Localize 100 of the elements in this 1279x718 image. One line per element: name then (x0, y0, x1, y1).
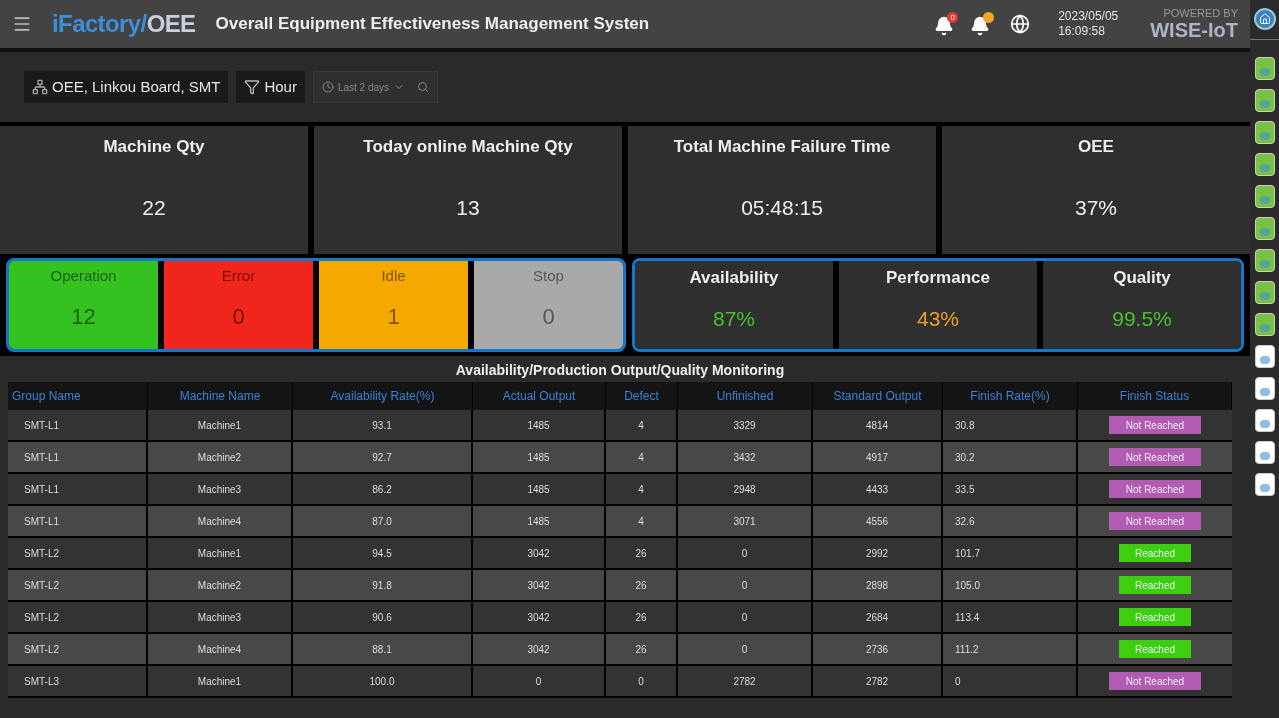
vendor-logo: WISE-IoT (1150, 19, 1238, 41)
table-cell: 4433 (813, 474, 943, 504)
app-shortcut-icon[interactable] (1254, 121, 1275, 144)
time-text: 16:09:58 (1058, 24, 1106, 39)
app-shortcut-icon[interactable] (1254, 185, 1275, 208)
table-cell: 91.8 (293, 570, 473, 600)
app-logo: iFactory/OEE (52, 9, 196, 39)
table-cell: 94.5 (293, 538, 473, 568)
kpi-value: 13 (456, 194, 480, 221)
table-cell: Machine3 (148, 474, 293, 504)
status-badge: Not Reached (1109, 512, 1201, 530)
table-cell: 4 (606, 442, 678, 472)
app-shortcut-icon[interactable] (1254, 409, 1275, 432)
table-cell: Machine1 (148, 538, 293, 568)
time-range-field[interactable]: Last 2 days (312, 71, 439, 103)
table-cell: 30.2 (943, 442, 1078, 472)
hierarchy-icon (32, 79, 48, 95)
table-cell: 26 (606, 570, 678, 600)
status-label: Operation (50, 266, 117, 286)
status-value: 12 (71, 302, 96, 331)
kpi-label: Total Machine Failure Time (673, 136, 891, 158)
table-cell: SMT-L2 (8, 538, 148, 568)
filter-icon (244, 79, 261, 95)
kpi-value: 37% (1075, 194, 1117, 221)
kpi-label: OEE (1078, 136, 1114, 158)
table-cell: 111.2 (943, 634, 1078, 664)
table-cell: 4 (606, 474, 678, 504)
table-cell: 1485 (473, 442, 606, 472)
app-shortcut-icon[interactable] (1254, 89, 1275, 112)
table-cell: Machine1 (148, 410, 293, 440)
table-cell: 105.0 (943, 570, 1078, 600)
app-shortcut-icon[interactable] (1254, 313, 1275, 336)
table-cell: Machine2 (148, 442, 293, 472)
app-shortcut-icon[interactable] (1254, 345, 1275, 368)
app-shortcut-icon[interactable] (1254, 441, 1275, 464)
table-cell: 26 (606, 602, 678, 632)
table-cell: 4 (606, 506, 678, 536)
table-cell: 100.0 (293, 666, 473, 696)
kpi-label: Machine Qty (103, 136, 205, 158)
app-shortcut-icon[interactable] (1254, 249, 1275, 272)
kpi-value: 05:48:15 (741, 194, 823, 221)
powered-by-text: POWERED BY (1163, 7, 1238, 19)
table-cell: 4556 (813, 506, 943, 536)
globe-icon[interactable] (1010, 14, 1031, 34)
app-shortcut-icon[interactable] (1254, 281, 1275, 304)
app-shortcut-icon[interactable] (1254, 473, 1275, 496)
status-label: Error (221, 266, 256, 286)
table-cell: 26 (606, 634, 678, 664)
table-cell: 3042 (473, 538, 606, 568)
bell-icon[interactable] (970, 12, 995, 36)
granularity-filter[interactable]: Hour (236, 71, 305, 103)
search-icon[interactable] (417, 81, 430, 93)
table-cell: 3042 (473, 570, 606, 600)
table-cell: 1485 (473, 506, 606, 536)
table-cell: SMT-L1 (8, 506, 148, 536)
table-cell: 0 (678, 634, 813, 664)
table-cell: 2948 (678, 474, 813, 504)
table-cell: Machine2 (148, 570, 293, 600)
table-cell: 3329 (678, 410, 813, 440)
table-cell: 2684 (813, 602, 943, 632)
table-cell: SMT-L2 (8, 634, 148, 664)
table-cell: 33.5 (943, 474, 1078, 504)
table-cell: 88.1 (293, 634, 473, 664)
status-badge: Not Reached (1109, 448, 1201, 466)
table-cell: 92.7 (293, 442, 473, 472)
table-cell: 32.6 (943, 506, 1078, 536)
metric-label: Quality (1113, 267, 1171, 289)
table-cell: 4 (606, 410, 678, 440)
table-cell: 93.1 (293, 410, 473, 440)
metric-value: 99.5% (1112, 305, 1172, 332)
table-cell: SMT-L1 (8, 474, 148, 504)
table-cell: 3071 (678, 506, 813, 536)
table-cell: 0 (606, 666, 678, 696)
scope-selector[interactable]: OEE, Linkou Board, SMT (24, 71, 229, 103)
status-badge: Reached (1119, 608, 1191, 626)
kpi-label: Today online Machine Qty (363, 136, 573, 158)
table-cell: 3042 (473, 634, 606, 664)
table-cell: 2992 (813, 538, 943, 568)
app-shortcut-icon[interactable] (1254, 57, 1275, 80)
table-cell: 0 (473, 666, 606, 696)
table-cell: 113.4 (943, 602, 1078, 632)
status-badge: Reached (1119, 576, 1191, 594)
status-badge: Not Reached (1109, 480, 1201, 498)
app-shortcut-icon[interactable] (1254, 377, 1275, 400)
table-cell: SMT-L2 (8, 602, 148, 632)
table-cell: 1485 (473, 410, 606, 440)
status-badge: Reached (1119, 544, 1191, 562)
table-cell: Machine4 (148, 634, 293, 664)
date-text: 2023/05/05 (1058, 9, 1119, 24)
table-title: Availability/Production Output/Quality Monitoring (454, 361, 786, 380)
status-value: 0 (232, 302, 245, 331)
metric-label: Availability (689, 267, 779, 289)
table-cell: 86.2 (293, 474, 473, 504)
menu-icon[interactable] (12, 14, 32, 34)
app-shortcut-icon[interactable] (1254, 217, 1275, 240)
home-icon[interactable] (1253, 8, 1276, 30)
table-cell: 4814 (813, 410, 943, 440)
table-cell: 4917 (813, 442, 943, 472)
app-shortcut-icon[interactable] (1254, 153, 1275, 176)
status-label: Idle (381, 266, 406, 286)
